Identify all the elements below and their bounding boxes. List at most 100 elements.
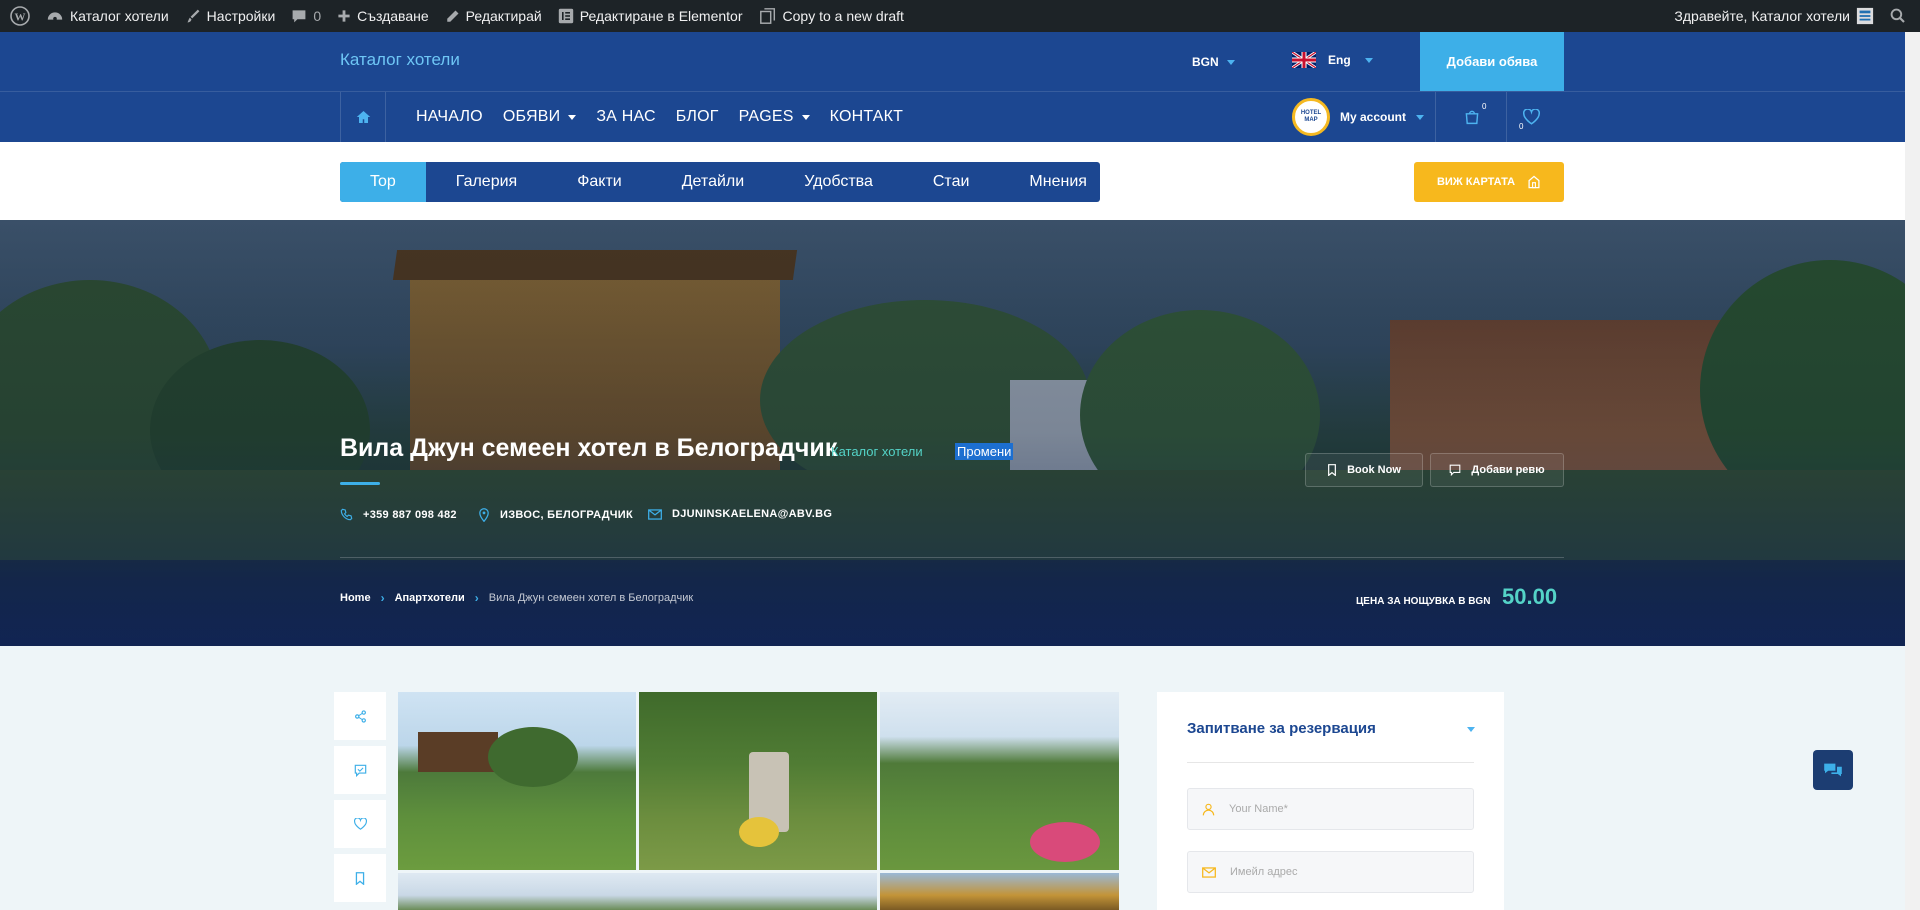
bookmark-button[interactable] [334,854,386,902]
tab-facts[interactable]: Факти [547,162,652,202]
booking-divider [1187,762,1474,763]
heart-icon [353,818,367,830]
chevron-down-icon [568,114,577,120]
listing-phone-text: +359 887 098 482 [363,508,457,521]
menu-item-about[interactable]: ЗА НАС [596,108,655,126]
name-input[interactable] [1229,803,1449,815]
uk-flag-icon [1292,52,1316,68]
tab-details[interactable]: Детайли [652,162,774,202]
admin-copy-draft-link[interactable]: Copy to a new draft [751,0,912,32]
search-icon [1890,8,1905,23]
email-field[interactable] [1187,851,1474,893]
gallery-image-flowers [1030,822,1100,862]
gallery-image[interactable] [639,692,877,870]
user-icon [1202,803,1215,815]
admin-edit-label: Редактирай [465,8,542,24]
admin-settings-link[interactable]: Настройки [177,0,284,32]
breadcrumb-home[interactable]: Home [340,592,371,604]
admin-search-button[interactable] [1882,0,1920,32]
edit-listing-link[interactable]: Промени [955,443,1014,460]
chat-button[interactable] [1813,750,1853,790]
wishlist-button[interactable]: 0 [1507,92,1557,142]
home-button[interactable] [340,92,386,142]
home-icon [356,111,370,123]
booking-title[interactable]: Запитване за резервация [1187,720,1376,737]
cart-count: 0 [1482,102,1487,111]
listing-phone[interactable]: +359 887 098 482 [340,508,457,521]
chevron-right-icon: › [380,591,385,605]
svg-text:W: W [15,12,26,24]
chevron-down-icon [1226,59,1235,65]
envelope-icon [1202,866,1216,878]
add-listing-button[interactable]: Добави обява [1420,32,1564,91]
menu-item-listings[interactable]: ОБЯВИ [503,108,577,126]
gallery-image[interactable] [398,873,877,910]
listing-location[interactable]: ИЗВОС, БЕЛОГРАДЧИК [478,508,633,522]
currency-label: BGN [1192,55,1219,69]
view-map-button[interactable]: ВИЖ КАРТАТА [1414,162,1564,202]
admin-create-label: Създаване [357,8,429,24]
page-scrollbar[interactable] [1905,32,1920,910]
language-dropdown[interactable]: Eng [1292,52,1373,68]
gallery-image-flowers [739,817,779,847]
admin-greeting: Здравейте, Каталог хотели [1674,8,1850,24]
tab-rooms[interactable]: Стаи [903,162,1000,202]
menu-item-blog[interactable]: БЛОГ [676,108,719,126]
breadcrumb-category[interactable]: Апартхотели [395,592,465,604]
menu-item-label: PAGES [738,108,794,125]
menu-item-contact[interactable]: КОНТАКТ [830,108,904,126]
brush-icon [187,9,200,23]
tab-reviews[interactable]: Мнения [999,162,1117,202]
account-dropdown[interactable]: HOTEL MAP My account [1292,98,1425,136]
admin-elementor-link[interactable]: Редактиране в Elementor [550,0,751,32]
comment-button[interactable] [334,746,386,794]
tab-gallery[interactable]: Галерия [426,162,547,202]
gallery-image-shelter [418,732,498,772]
add-review-label: Добави ревю [1471,464,1545,476]
main-navigation: НАЧАЛО ОБЯВИ ЗА НАС БЛОГ PAGES КОНТАКТ H… [0,91,1920,142]
admin-site-link[interactable]: Каталог хотели [38,0,177,32]
language-label: Eng [1328,53,1351,67]
site-title[interactable]: Каталог хотели [340,50,460,70]
admin-edit-link[interactable]: Редактирай [437,0,550,32]
menu: НАЧАЛО ОБЯВИ ЗА НАС БЛОГ PAGES КОНТАКТ [416,92,903,142]
currency-dropdown[interactable]: BGN [1192,55,1235,69]
listing-email-text: DJUNINSKAELENA@ABV.BG [672,508,833,520]
dashboard-icon [47,12,63,21]
price-label: ЦЕНА ЗА НОЩУВКА В BGN [1356,596,1491,607]
envelope-icon [648,508,662,520]
listing-email[interactable]: DJUNINSKAELENA@ABV.BG [648,508,832,520]
wordpress-logo-button[interactable]: W [0,0,38,32]
comment-check-icon [354,764,366,777]
chevron-down-icon[interactable] [1467,727,1475,732]
gallery-image[interactable] [880,873,1119,910]
cart-button[interactable]: 0 [1435,92,1507,142]
tab-amenities[interactable]: Удобства [774,162,903,202]
admin-create-link[interactable]: Създаване [329,0,437,32]
book-now-button[interactable]: Book Now [1305,453,1423,487]
favorite-button[interactable] [334,800,386,848]
top-header: Каталог хотели BGN Eng Добави обява [0,32,1920,91]
tab-top[interactable]: Top [340,162,426,202]
admin-comments-link[interactable]: 0 [283,0,329,32]
menu-item-label: НАЧАЛО [416,108,483,125]
email-input[interactable] [1230,866,1450,878]
view-map-label: ВИЖ КАРТАТА [1436,176,1516,188]
menu-item-home[interactable]: НАЧАЛО [416,108,483,126]
admin-bar: W Каталог хотели Настройки 0 Създаване Р… [0,0,1920,32]
review-icon [1450,464,1461,476]
phone-icon [340,508,353,521]
gallery-image[interactable] [880,692,1119,870]
heart-icon [1523,109,1540,125]
listing-category-link[interactable]: Каталог хотели [831,444,923,459]
admin-account-link[interactable]: Здравейте, Каталог хотели [1666,0,1882,32]
share-button[interactable] [334,692,386,740]
hero-banner: Вила Джун семеен хотел в Белоградчик Кат… [0,220,1905,646]
menu-item-label: КОНТАКТ [829,108,904,125]
gallery-image[interactable] [398,692,636,870]
name-field[interactable] [1187,788,1474,830]
menu-item-pages[interactable]: PAGES [739,108,810,126]
add-review-button[interactable]: Добави ревю [1430,453,1564,487]
bookmark-icon [355,871,365,885]
menu-item-label: ЗА НАС [596,108,656,125]
